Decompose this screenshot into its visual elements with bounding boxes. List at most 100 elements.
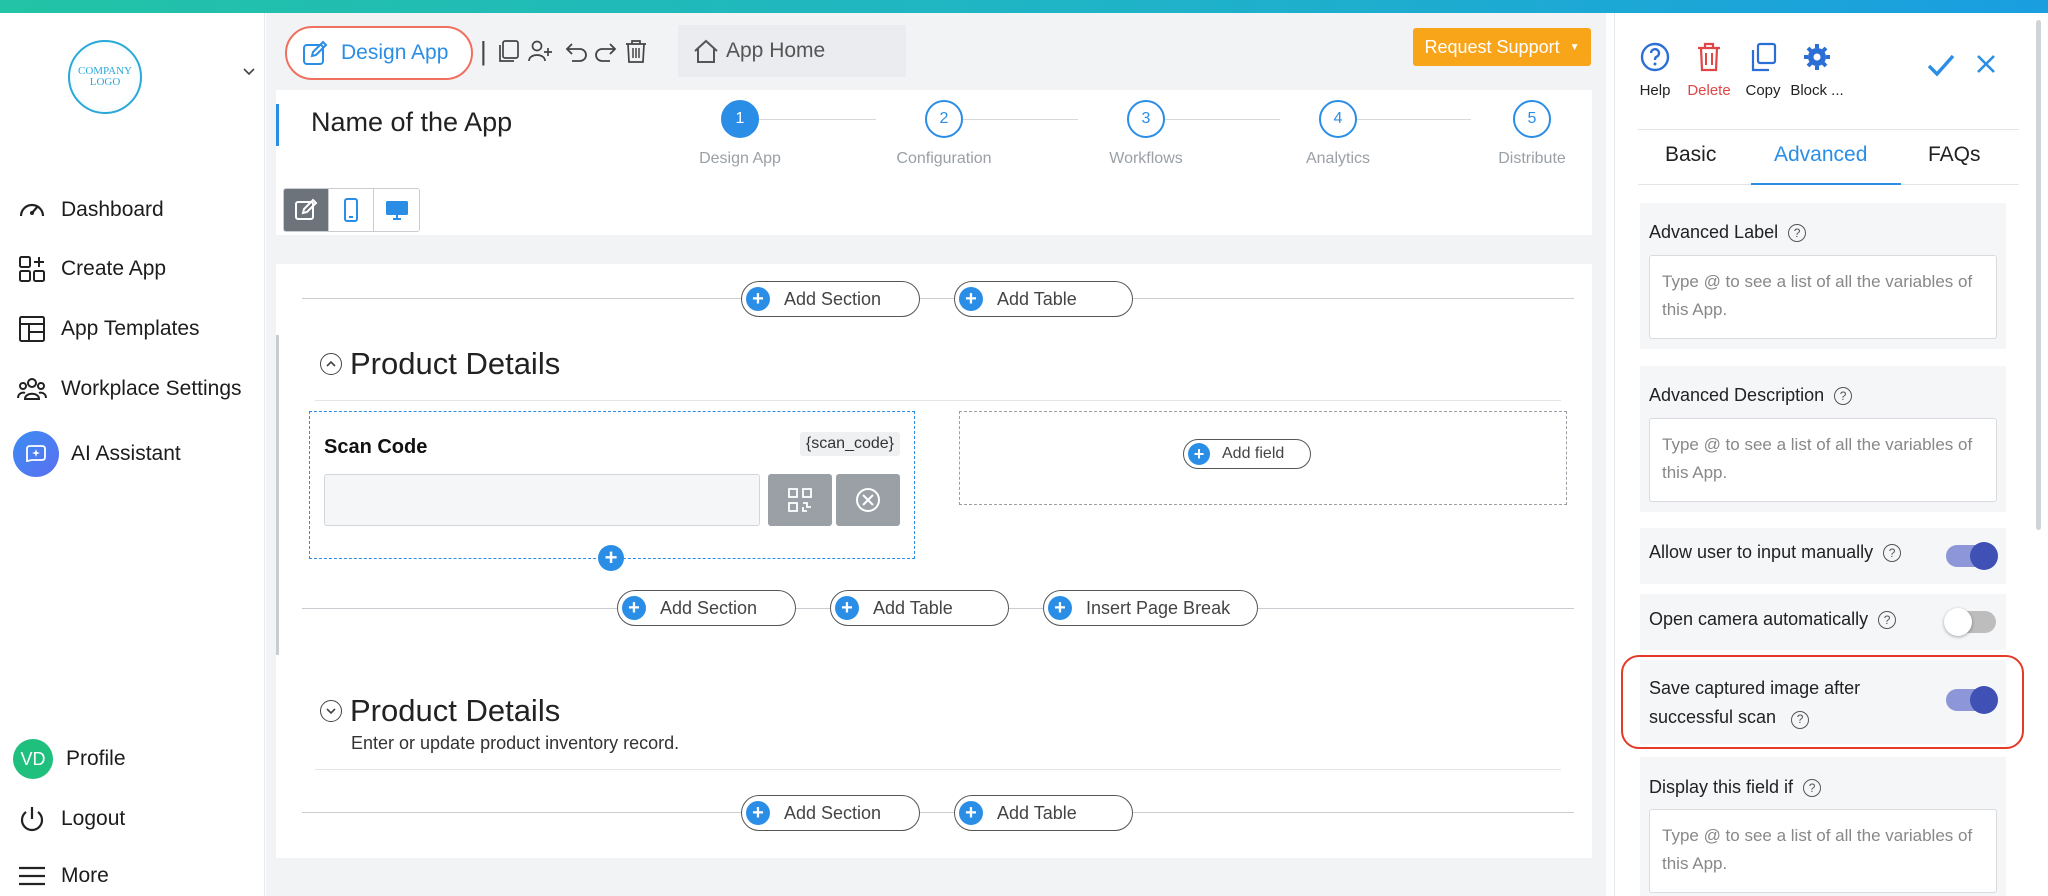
block-settings-button[interactable]: Block ...	[1782, 40, 1852, 100]
add-below-button[interactable]: +	[598, 545, 624, 571]
edit-icon	[303, 40, 328, 65]
redo-icon[interactable]	[592, 38, 618, 64]
step-label: Distribute	[1498, 150, 1566, 167]
block-label: Block ...	[1790, 82, 1844, 99]
design-app-button[interactable]: Design App	[285, 26, 473, 80]
app-home-button[interactable]: App Home	[678, 25, 906, 77]
close-icon[interactable]	[1972, 50, 2000, 78]
section-title[interactable]: Product Details	[320, 693, 560, 729]
edit-view-button[interactable]	[284, 189, 329, 231]
copy-icon[interactable]	[496, 38, 522, 64]
sidebar-item-dashboard[interactable]: Dashboard	[16, 190, 164, 230]
gauge-icon	[19, 203, 45, 217]
toolbar-separator: |	[480, 36, 487, 66]
company-logo[interactable]: COMPANY LOGO	[68, 40, 142, 114]
advanced-label-input[interactable]: Type @ to see a list of all the variable…	[1649, 255, 1997, 339]
request-support-button[interactable]: Request Support ▼	[1413, 28, 1591, 66]
help-icon[interactable]: ?	[1878, 610, 1897, 629]
view-mode-toggle	[283, 188, 420, 232]
step-number: 2	[925, 100, 963, 138]
help-icon[interactable]: ?	[1788, 223, 1807, 242]
sidebar-item-app-templates[interactable]: App Templates	[16, 309, 200, 349]
sidebar-item-workplace-settings[interactable]: Workplace Settings	[16, 369, 242, 409]
advanced-description-input[interactable]: Type @ to see a list of all the variable…	[1649, 418, 1997, 502]
mobile-view-button[interactable]	[329, 189, 374, 231]
clear-field-button[interactable]	[836, 474, 900, 526]
advanced-description-group: Advanced Description ? Type @ to see a l…	[1640, 366, 2006, 512]
sidebar-item-label: App Templates	[61, 317, 200, 340]
step-label: Analytics	[1305, 150, 1371, 167]
copy-label: Copy	[1745, 82, 1781, 99]
scan-qr-button[interactable]	[768, 474, 832, 526]
sidebar-item-ai-assistant[interactable]: AI Assistant	[13, 429, 181, 479]
section-title[interactable]: Product Details	[320, 346, 560, 382]
open-camera-toggle[interactable]	[1944, 608, 1996, 636]
add-table-label: Add Table	[997, 802, 1077, 823]
active-tab-indicator	[1751, 183, 1901, 185]
help-icon[interactable]: ?	[1883, 543, 1902, 562]
plus-icon: +	[1048, 596, 1072, 620]
qr-code-icon	[788, 488, 812, 512]
sidebar-item-create-app[interactable]: Create App	[16, 249, 166, 289]
add-table-button[interactable]: + Add Table	[954, 281, 1133, 317]
scan-code-input[interactable]	[324, 474, 760, 526]
tab-faqs[interactable]: FAQs	[1928, 143, 1981, 167]
sidebar-item-logout[interactable]: Logout	[16, 799, 125, 839]
sidebar-item-profile[interactable]: VD Profile	[13, 737, 126, 781]
divider	[302, 812, 1574, 813]
insert-page-break-label: Insert Page Break	[1086, 597, 1231, 618]
step-design-app[interactable]: 1 Design App	[680, 100, 800, 168]
step-analytics[interactable]: 4 Analytics	[1278, 100, 1398, 168]
home-icon	[694, 39, 718, 63]
tab-advanced[interactable]: Advanced	[1774, 143, 1867, 167]
tab-basic[interactable]: Basic	[1665, 143, 1716, 167]
step-distribute[interactable]: 5 Distribute	[1472, 100, 1592, 168]
chevron-down-icon[interactable]	[320, 700, 342, 722]
scan-code-field[interactable]: Scan Code {scan_code}	[309, 411, 915, 559]
add-section-label: Add Section	[660, 597, 758, 618]
add-section-label: Add Section	[784, 802, 882, 823]
sidebar-item-more[interactable]: More	[16, 856, 109, 896]
chevron-up-icon[interactable]	[320, 353, 342, 375]
toggle-label: Allow user to input manually	[1649, 542, 1874, 562]
users-gear-icon	[17, 378, 47, 400]
canvas-left-rule	[276, 335, 279, 655]
plus-icon: +	[959, 287, 983, 311]
trash-icon	[1698, 42, 1720, 72]
plus-icon: +	[746, 801, 770, 825]
step-number: 5	[1513, 100, 1551, 138]
hamburger-icon	[19, 866, 45, 886]
trash-icon[interactable]	[623, 38, 649, 64]
power-icon	[20, 807, 44, 832]
chevron-down-icon[interactable]	[241, 63, 257, 79]
add-field-button[interactable]: + Add field	[1183, 439, 1311, 469]
display-condition-input[interactable]: Type @ to see a list of all the variable…	[1649, 809, 1997, 893]
add-section-button[interactable]: + Add Section	[741, 795, 920, 831]
check-icon[interactable]	[1925, 49, 1957, 81]
insert-page-break-button[interactable]: + Insert Page Break	[1043, 590, 1258, 626]
avatar: VD	[13, 739, 53, 779]
add-user-icon[interactable]	[527, 38, 553, 64]
add-section-button[interactable]: + Add Section	[617, 590, 796, 626]
sidebar-item-label: More	[61, 864, 109, 887]
allow-manual-input-toggle[interactable]	[1946, 542, 1998, 570]
add-table-label: Add Table	[873, 597, 953, 618]
sidebar-item-label: Logout	[61, 807, 126, 830]
add-table-button[interactable]: + Add Table	[830, 590, 1009, 626]
template-icon	[19, 316, 45, 342]
help-icon[interactable]: ?	[1803, 778, 1822, 797]
add-section-button[interactable]: + Add Section	[741, 281, 920, 317]
step-workflows[interactable]: 3 Workflows	[1086, 100, 1206, 168]
help-icon[interactable]: ?	[1834, 386, 1853, 405]
title-accent-bar	[276, 104, 279, 146]
delete-label: Delete	[1687, 82, 1731, 99]
step-configuration[interactable]: 2 Configuration	[884, 100, 1004, 168]
edit-icon	[295, 198, 318, 220]
plus-icon: +	[1188, 443, 1210, 465]
panel-scrollbar[interactable]	[2036, 20, 2041, 530]
add-table-button[interactable]: + Add Table	[954, 795, 1133, 831]
desktop-view-button[interactable]	[374, 189, 419, 231]
advanced-label-title: Advanced Label	[1649, 222, 1779, 242]
app-header: Name of the App 1 Design App 2 Configura…	[276, 90, 1592, 235]
undo-icon[interactable]	[564, 38, 590, 64]
